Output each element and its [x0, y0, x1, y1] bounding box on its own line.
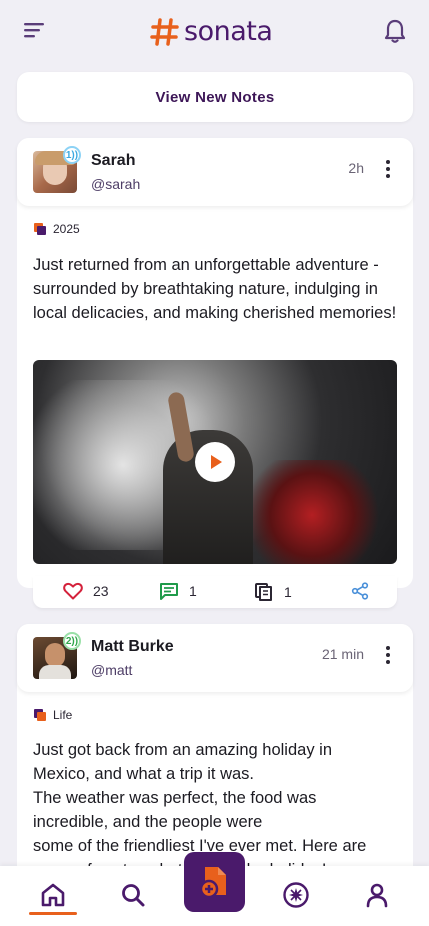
bell-icon[interactable]	[383, 18, 407, 46]
post-actions: 23 1 1	[33, 576, 397, 608]
post-header: 1)) Sarah @sarah 2h	[17, 138, 413, 206]
author-name[interactable]: Matt Burke	[91, 638, 174, 656]
active-tab-indicator	[29, 912, 77, 915]
nav-home[interactable]	[38, 880, 68, 910]
nav-explore[interactable]	[281, 880, 311, 910]
hamburger-menu-icon[interactable]	[22, 20, 48, 44]
post-tag[interactable]: 2025	[33, 222, 80, 236]
view-new-notes-button[interactable]: View New Notes	[17, 72, 413, 122]
top-bar: sonata	[0, 0, 429, 64]
more-options-icon[interactable]	[385, 646, 391, 664]
more-options-icon[interactable]	[385, 160, 391, 178]
share-button[interactable]	[351, 582, 369, 600]
tag-icon	[34, 223, 46, 235]
comment-count: 1	[189, 583, 197, 599]
repost-icon	[255, 583, 272, 601]
post-time: 21 min	[321, 646, 364, 662]
post-text: Just returned from an unforgettable adve…	[33, 256, 397, 322]
search-icon	[122, 884, 145, 907]
nav-profile[interactable]	[362, 880, 392, 910]
home-icon	[41, 883, 65, 907]
tag-icon	[34, 709, 46, 721]
create-note-button[interactable]	[184, 852, 245, 912]
bottom-nav	[0, 852, 429, 926]
comment-button[interactable]: 1	[159, 582, 197, 600]
post-tag[interactable]: Life	[33, 708, 72, 722]
level-badge: 1))	[63, 146, 81, 164]
repost-button[interactable]: 1	[254, 582, 292, 602]
explore-icon	[283, 882, 309, 908]
add-document-icon	[199, 867, 226, 899]
post-time: 2h	[348, 160, 364, 176]
logo-text: sonata	[184, 16, 273, 47]
post-card: 1)) Sarah @sarah 2h 2025 Just returned f…	[17, 138, 413, 608]
sonata-hash-icon	[150, 17, 179, 46]
like-button[interactable]: 23	[63, 582, 109, 600]
heart-icon	[63, 582, 83, 600]
nav-search[interactable]	[118, 880, 148, 910]
post-video[interactable]	[33, 360, 397, 564]
like-count: 23	[93, 583, 109, 599]
share-icon	[351, 582, 369, 600]
author-name[interactable]: Sarah	[91, 152, 135, 170]
author-handle[interactable]: @sarah	[91, 176, 140, 192]
comment-icon	[160, 583, 178, 600]
post-header: 2)) Matt Burke @matt 21 min	[17, 624, 413, 692]
play-icon[interactable]	[195, 442, 235, 482]
app-logo: sonata	[150, 16, 273, 47]
author-handle[interactable]: @matt	[91, 662, 132, 678]
repost-count: 1	[284, 584, 292, 600]
profile-icon	[366, 883, 388, 908]
level-badge: 2))	[63, 632, 81, 650]
